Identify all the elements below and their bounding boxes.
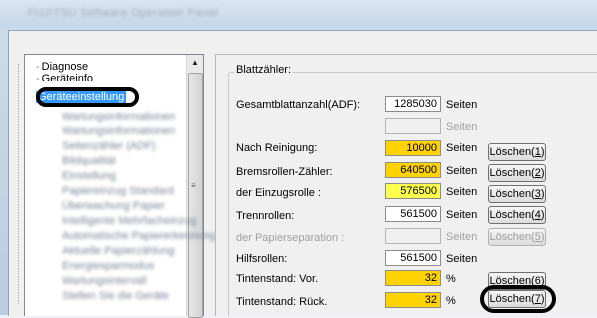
- total-sheets-value: 1285030: [385, 96, 441, 112]
- group-title: Blattzähler:: [234, 64, 294, 76]
- unit-label: Seiten: [446, 186, 478, 198]
- tree-subitem[interactable]: Wartungsintervall: [62, 275, 147, 287]
- clear-button-4[interactable]: Löschen(4): [488, 206, 546, 224]
- tree-connector-line: [18, 64, 20, 304]
- tree-subitem[interactable]: Seitenzähler (ADF): [62, 140, 156, 152]
- tree-item-diagnose[interactable]: - Diagnose: [36, 61, 88, 73]
- brake-roller-value: 640500: [385, 162, 441, 178]
- tree-scrollbar[interactable]: ▲ ≡: [186, 55, 203, 318]
- ink-back-value: 32: [385, 292, 441, 308]
- tree-subitem[interactable]: Überwachung Papier: [62, 200, 165, 212]
- button-label: Löschen(: [489, 167, 535, 179]
- tree-subitem[interactable]: Stellen Sie die Geräte: [62, 290, 169, 302]
- after-cleaning-value: 10000: [385, 140, 441, 156]
- grip-icon: ≡: [191, 181, 196, 190]
- button-accesskey: 3: [534, 188, 541, 200]
- unit-label: %: [446, 295, 456, 307]
- tree-branch-icon: -: [36, 73, 40, 81]
- tree-subitem[interactable]: Papiereinzug Standard: [62, 185, 174, 197]
- clear-button-5[interactable]: Löschen(5): [488, 228, 546, 246]
- button-label: Löschen(: [489, 146, 535, 158]
- unit-label: Seiten: [446, 142, 478, 154]
- tree-item-device-info[interactable]: - Geräteinfo: [36, 73, 93, 81]
- tree-subitem[interactable]: Automatische Papiererkennung: [62, 230, 215, 242]
- unit-label: Seiten: [446, 99, 478, 111]
- unit-label: Seiten: [446, 209, 478, 221]
- button-accesskey: 1: [534, 146, 541, 158]
- window-title: FUJITSU Software Operation Panel: [28, 7, 219, 19]
- total-sheets-label: Gesamtblattanzahl(ADF):: [236, 99, 361, 111]
- annotation-ring: [36, 87, 139, 107]
- unit-label: Seiten: [446, 165, 478, 177]
- button-label: Löschen(: [489, 188, 535, 200]
- after-cleaning-label: Nach Reinigung:: [236, 142, 318, 154]
- tree-subitem[interactable]: Einstellung: [62, 170, 116, 182]
- tree-subitem[interactable]: Energiesparmodus: [62, 260, 154, 272]
- annotation-ring: [480, 285, 556, 313]
- title-bar: FUJITSU Software Operation Panel: [0, 0, 597, 28]
- unit-label: Seiten: [446, 231, 478, 243]
- tree-item-label: Geräteinfo: [41, 73, 94, 81]
- paper-separation-value: [385, 228, 441, 244]
- brake-roller-label: Bremsrollen-Zähler:: [236, 166, 333, 178]
- auxiliary-roller-label: Hilfsrollen:: [236, 253, 288, 265]
- clear-button-3[interactable]: Löschen(3): [488, 185, 546, 203]
- pick-roller-value: 576500: [385, 183, 441, 199]
- tree-item-label: Diagnose: [41, 61, 89, 73]
- unit-label: Seiten: [446, 121, 478, 133]
- auxiliary-roller-value: 561500: [385, 250, 441, 266]
- button-label: Löschen(: [489, 209, 535, 221]
- scroll-up-arrow-icon[interactable]: ▲: [187, 55, 203, 71]
- ink-front-value: 32: [385, 270, 441, 286]
- tree-subitem[interactable]: Intelligente Mehrfacheinzug: [62, 215, 197, 227]
- empty-value-field: [385, 118, 441, 134]
- tree-subitem[interactable]: Wartungsinformationen: [62, 125, 175, 137]
- paper-separation-label: der Papierseparation :: [236, 232, 345, 244]
- button-label: Löschen(: [489, 231, 535, 243]
- unit-label: Seiten: [446, 253, 478, 265]
- separator-roller-label: Trennrollen:: [236, 210, 295, 222]
- clear-button-1[interactable]: Löschen(1): [488, 143, 546, 161]
- tree-subitem[interactable]: Bildqualität: [62, 155, 116, 167]
- separator-roller-value: 561500: [385, 206, 441, 222]
- tree-subitem[interactable]: Wartungsinformationen: [62, 111, 175, 123]
- button-accesskey: 4: [534, 209, 541, 221]
- clear-button-2[interactable]: Löschen(2): [488, 164, 546, 182]
- button-accesskey: 2: [534, 167, 541, 179]
- unit-label: %: [446, 273, 456, 285]
- ink-front-label: Tintenstand: Vor.: [236, 273, 319, 285]
- button-accesskey: 5: [534, 231, 541, 243]
- scroll-thumb[interactable]: ≡: [188, 73, 203, 318]
- tree-subitem[interactable]: Aktuelle Papierzählung: [62, 245, 175, 257]
- pick-roller-label: der Einzugsrolle :: [236, 187, 321, 199]
- tree-branch-icon: -: [36, 61, 40, 73]
- ink-back-label: Tintenstand: Rück.: [236, 296, 328, 308]
